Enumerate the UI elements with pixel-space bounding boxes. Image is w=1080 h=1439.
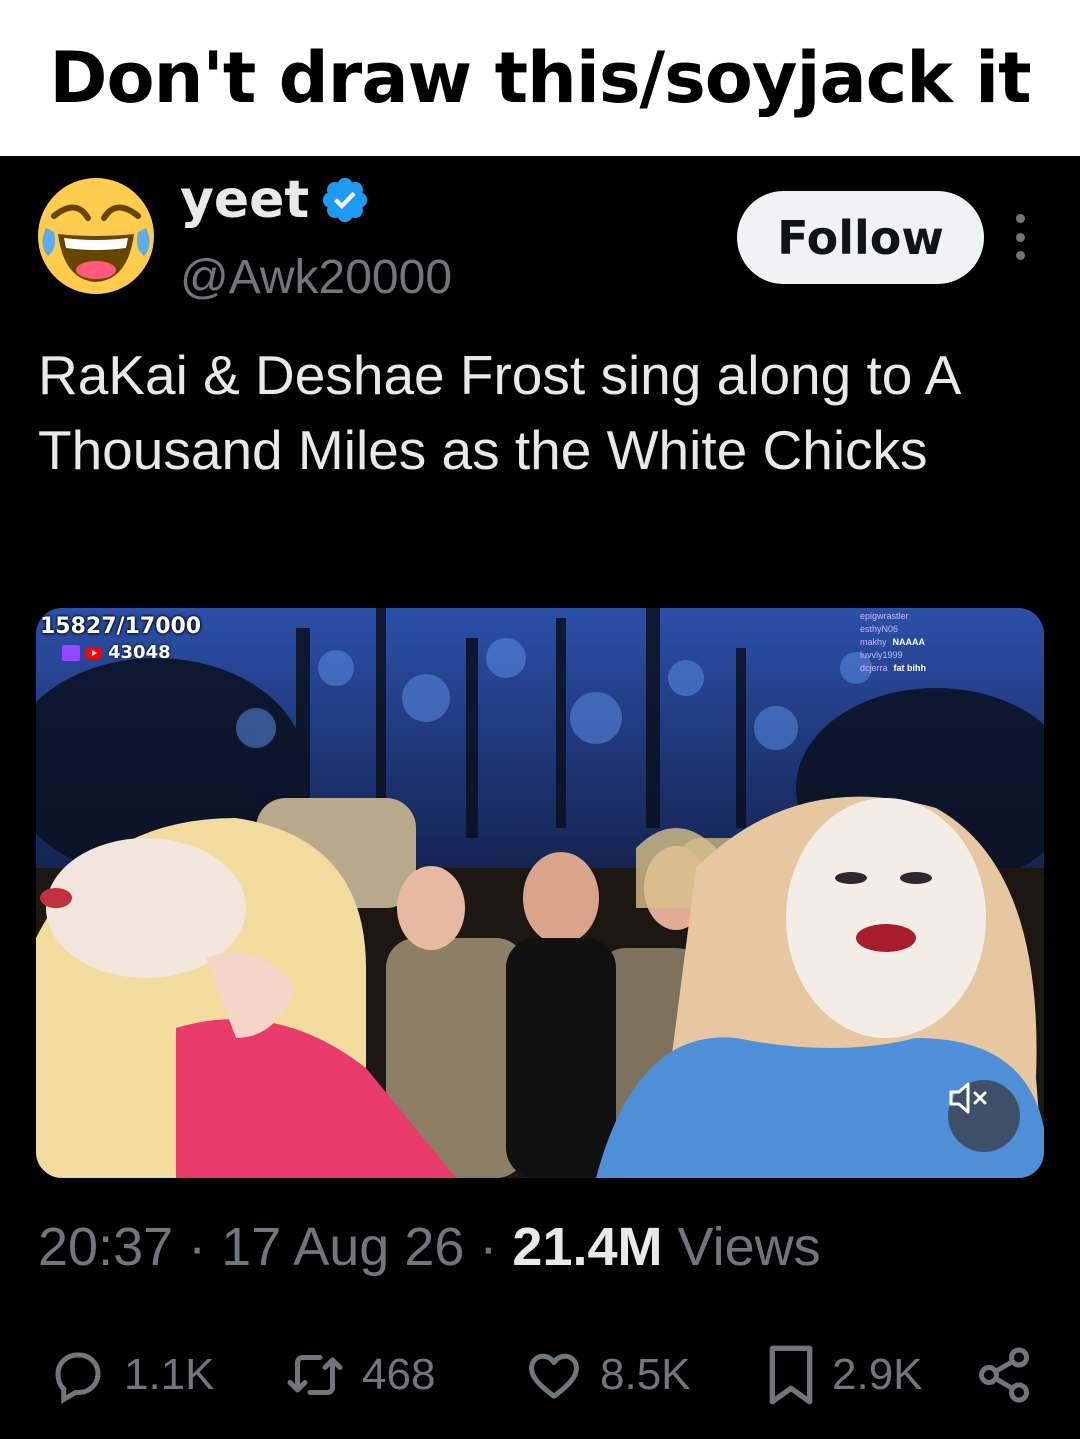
video-frame-image (36, 608, 1044, 1178)
reply-count: 1.1K (124, 1350, 215, 1399)
reply-button[interactable]: 1.1K (46, 1340, 215, 1410)
reply-icon (55, 1352, 101, 1404)
stream-goal-counter: 15827/17000 (40, 614, 202, 639)
chat-line: dcjerra fat bihh (860, 663, 927, 673)
youtube-icon (86, 646, 102, 659)
chat-line: esthyN06 (860, 624, 899, 634)
chat-line: luvvly1999 (860, 650, 903, 660)
author-handle[interactable]: @Awk20000 (180, 250, 452, 305)
more-options-icon[interactable] (1006, 214, 1034, 260)
bookmark-button[interactable]: 2.9K (764, 1340, 923, 1410)
author-name-row[interactable]: yeet (180, 170, 371, 230)
tweet-meta: 20:37 · 17 Aug 26 · 21.4M Views (38, 1216, 821, 1278)
tweet-date[interactable]: 17 Aug 26 (221, 1217, 464, 1277)
follow-button[interactable]: Follow (737, 191, 984, 284)
twitch-icon (62, 644, 80, 661)
repost-count: 468 (362, 1350, 436, 1399)
meta-separator: · (188, 1217, 222, 1277)
repost-button[interactable]: 468 (282, 1340, 435, 1410)
muted-speaker-icon (949, 1082, 987, 1114)
bookmark-count: 2.9K (832, 1350, 923, 1399)
heart-icon (529, 1353, 579, 1399)
share-icon (979, 1347, 1029, 1403)
chat-line: makhy NAAAA (860, 637, 926, 647)
meme-caption-bar: Don't draw this/soyjack it (0, 0, 1080, 156)
share-button[interactable] (974, 1340, 1034, 1410)
author-avatar[interactable] (36, 176, 156, 296)
stream-viewers-row: 43048 (62, 642, 171, 663)
meta-separator: · (479, 1217, 513, 1277)
author-name[interactable]: yeet (180, 170, 309, 230)
like-count: 8.5K (600, 1350, 691, 1399)
like-button[interactable]: 8.5K (522, 1340, 691, 1410)
unmute-button[interactable] (948, 1080, 1020, 1152)
tweet-time[interactable]: 20:37 (38, 1217, 173, 1277)
views-count: 21.4M (512, 1217, 663, 1277)
stream-chat-overlay: epigwrastler esthyN06 makhy NAAAA luvvly1… (860, 610, 1040, 675)
laughing-face-emoji-icon (38, 178, 154, 294)
tweet-text: RaKai & Deshae Frost sing along to A Tho… (38, 344, 959, 481)
chat-line: epigwrastler (860, 611, 909, 621)
verified-badge-icon (323, 177, 368, 223)
tweet-video[interactable]: 15827/17000 43048 epigwrastler esthyN06 … (36, 608, 1044, 1178)
stream-viewer-count: 43048 (108, 642, 171, 663)
views-label: Views (677, 1217, 821, 1277)
meme-caption: Don't draw this/soyjack it (49, 37, 1031, 119)
repost-icon (287, 1355, 343, 1395)
tweet-action-bar: 1.1K 468 8.5K 2.9K (0, 1340, 1080, 1410)
bookmark-icon (769, 1345, 813, 1405)
